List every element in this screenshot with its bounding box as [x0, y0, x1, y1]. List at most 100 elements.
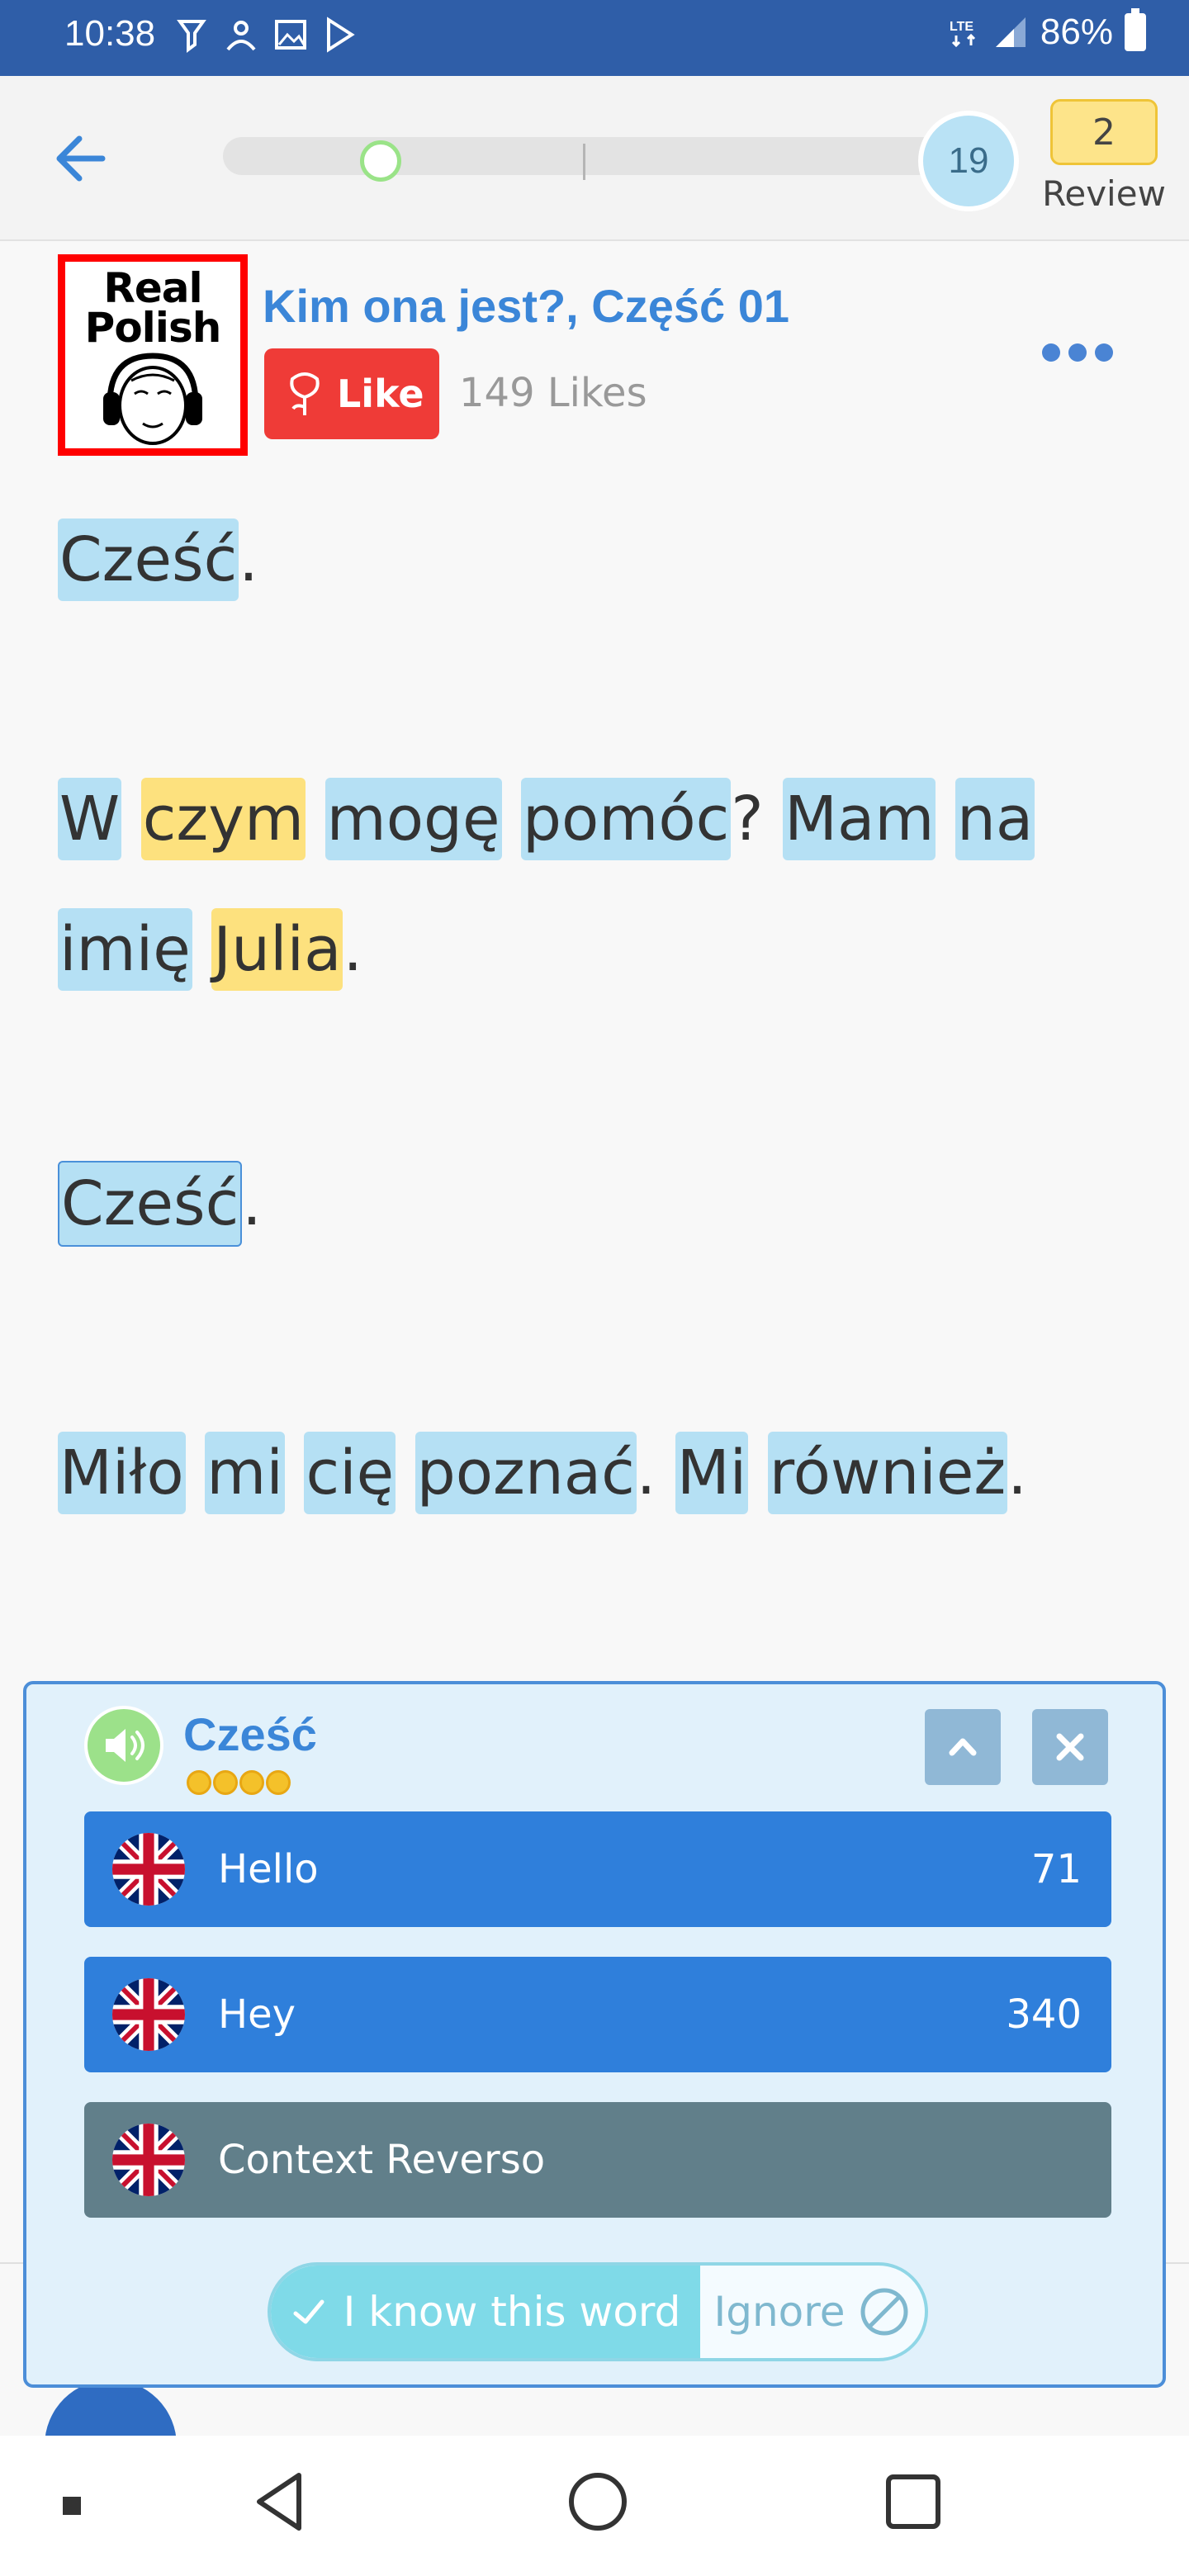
chevron-up-icon — [949, 1738, 977, 1756]
nav-recents-icon[interactable] — [880, 2469, 946, 2535]
back-arrow-icon — [56, 135, 106, 182]
lesson-title[interactable]: Kim ona jest?, Część 01 — [263, 279, 789, 333]
signal-icon — [995, 17, 1026, 47]
review-count-badge[interactable]: 2 — [1050, 99, 1158, 165]
context-reverso-label: Context Reverso — [218, 2137, 546, 2183]
notification-icons — [175, 17, 357, 53]
lesson-text-line: W czym mogę pomóc? Mam na — [58, 778, 1035, 860]
punctuation — [285, 1437, 305, 1508]
know-word-label: I know this word — [343, 2288, 681, 2336]
translation-count: 340 — [1006, 1991, 1082, 2038]
lesson-word[interactable]: poznać — [414, 1432, 637, 1514]
more-options-button[interactable] — [1042, 343, 1113, 362]
punctuation — [121, 784, 141, 855]
punctuation: . — [636, 1437, 675, 1508]
lesson-text-line: Cześć. — [58, 1161, 262, 1247]
progress-midpoint — [583, 144, 585, 180]
punctuation: ? — [731, 784, 784, 855]
level-badge[interactable]: 19 — [918, 111, 1019, 211]
lesson-word[interactable]: Cześć — [58, 519, 239, 601]
lesson-word[interactable]: W — [58, 778, 122, 860]
lesson-word[interactable]: cię — [304, 1432, 396, 1514]
lesson-thumbnail[interactable]: Real Polish — [58, 254, 248, 456]
ignore-icon — [860, 2288, 908, 2336]
lesson-word[interactable]: na — [955, 778, 1035, 860]
punctuation: . — [239, 524, 258, 595]
uk-flag-icon — [112, 2124, 185, 2196]
rose-icon — [290, 372, 320, 415]
word-popup: Cześć Hello 71 Hey 340 Context Reverso I… — [23, 1681, 1166, 2388]
ignore-label: Ignore — [713, 2288, 846, 2336]
punctuation: . — [242, 1168, 262, 1239]
image-icon — [275, 20, 306, 50]
system-navigation-bar — [0, 2436, 1189, 2576]
notification-icon — [177, 20, 206, 53]
lesson-word[interactable]: pomóc — [521, 778, 732, 860]
lesson-text-line: imię Julia. — [58, 908, 362, 991]
close-popup-button[interactable] — [1032, 1709, 1108, 1785]
lesson-word[interactable]: również — [767, 1432, 1008, 1514]
collapse-popup-button[interactable] — [925, 1709, 1001, 1785]
coin-icon — [213, 1770, 238, 1795]
uk-flag-icon — [112, 1978, 185, 2051]
translation-label: Hello — [218, 1846, 319, 1892]
lesson-word[interactable]: czym — [140, 778, 306, 860]
coin-icon — [239, 1770, 264, 1795]
coin-icon — [187, 1770, 211, 1795]
lesson-word[interactable]: Mam — [783, 778, 936, 860]
know-word-button[interactable]: I know this word — [271, 2266, 700, 2358]
ignore-button[interactable]: Ignore — [700, 2266, 925, 2358]
svg-text:LTE: LTE — [950, 20, 973, 34]
status-right: LTE 86% — [948, 8, 1146, 53]
like-label: Like — [337, 372, 424, 416]
punctuation: . — [1007, 1437, 1027, 1508]
lesson-word[interactable]: mi — [205, 1432, 285, 1514]
translation-label: Hey — [218, 1991, 296, 2038]
lesson-word[interactable]: Mi — [675, 1432, 749, 1514]
punctuation — [306, 784, 325, 855]
pronounce-button[interactable] — [84, 1706, 163, 1785]
lte-icon: LTE — [950, 20, 975, 48]
speaker-icon — [106, 1729, 144, 1762]
nav-extra-icon[interactable] — [59, 2493, 84, 2518]
headphones-face-icon — [103, 353, 202, 445]
status-bar: 10:38 LTE 86% — [0, 0, 1189, 76]
lesson-word[interactable]: Miło — [58, 1432, 186, 1514]
check-icon — [293, 2299, 324, 2324]
review-label[interactable]: Review — [1042, 173, 1166, 214]
lesson-word[interactable]: mogę — [324, 778, 502, 860]
lesson-word[interactable]: Julia — [211, 908, 343, 991]
back-button[interactable] — [50, 125, 116, 192]
translation-option[interactable]: Hello 71 — [84, 1811, 1111, 1927]
context-reverso-button[interactable]: Context Reverso — [84, 2102, 1111, 2218]
thumbnail-logo-text: Real Polish — [84, 264, 222, 352]
notification-icon — [226, 21, 256, 51]
close-icon — [1056, 1733, 1084, 1761]
more-dots-icon — [1042, 343, 1060, 362]
lesson-progress-bar — [223, 137, 941, 175]
nav-back-icon[interactable] — [248, 2469, 314, 2535]
uk-flag-icon — [112, 1833, 185, 1906]
progress-marker — [360, 140, 402, 182]
translation-option[interactable]: Hey 340 — [84, 1957, 1111, 2072]
coin-icon — [266, 1770, 291, 1795]
punctuation — [748, 1437, 768, 1508]
battery-icon — [1125, 8, 1146, 51]
lesson-text-line: Miło mi cię poznać. Mi również. — [58, 1432, 1027, 1514]
popup-word: Cześć — [183, 1708, 317, 1760]
nav-home-icon[interactable] — [565, 2469, 631, 2535]
lesson-word[interactable]: imię — [58, 908, 192, 991]
status-time: 10:38 — [64, 13, 156, 54]
lesson-word[interactable]: Cześć — [58, 1161, 243, 1247]
word-status-coins[interactable] — [187, 1770, 291, 1795]
punctuation: . — [343, 914, 362, 985]
punctuation — [936, 784, 955, 855]
punctuation — [502, 784, 522, 855]
battery-percent: 86% — [1040, 12, 1113, 52]
punctuation — [192, 914, 212, 985]
punctuation — [186, 1437, 206, 1508]
play-store-icon — [327, 17, 355, 53]
like-button[interactable]: Like — [264, 348, 439, 439]
lesson-text-line: Cześć. — [58, 519, 258, 601]
likes-count: 149 Likes — [459, 370, 647, 416]
